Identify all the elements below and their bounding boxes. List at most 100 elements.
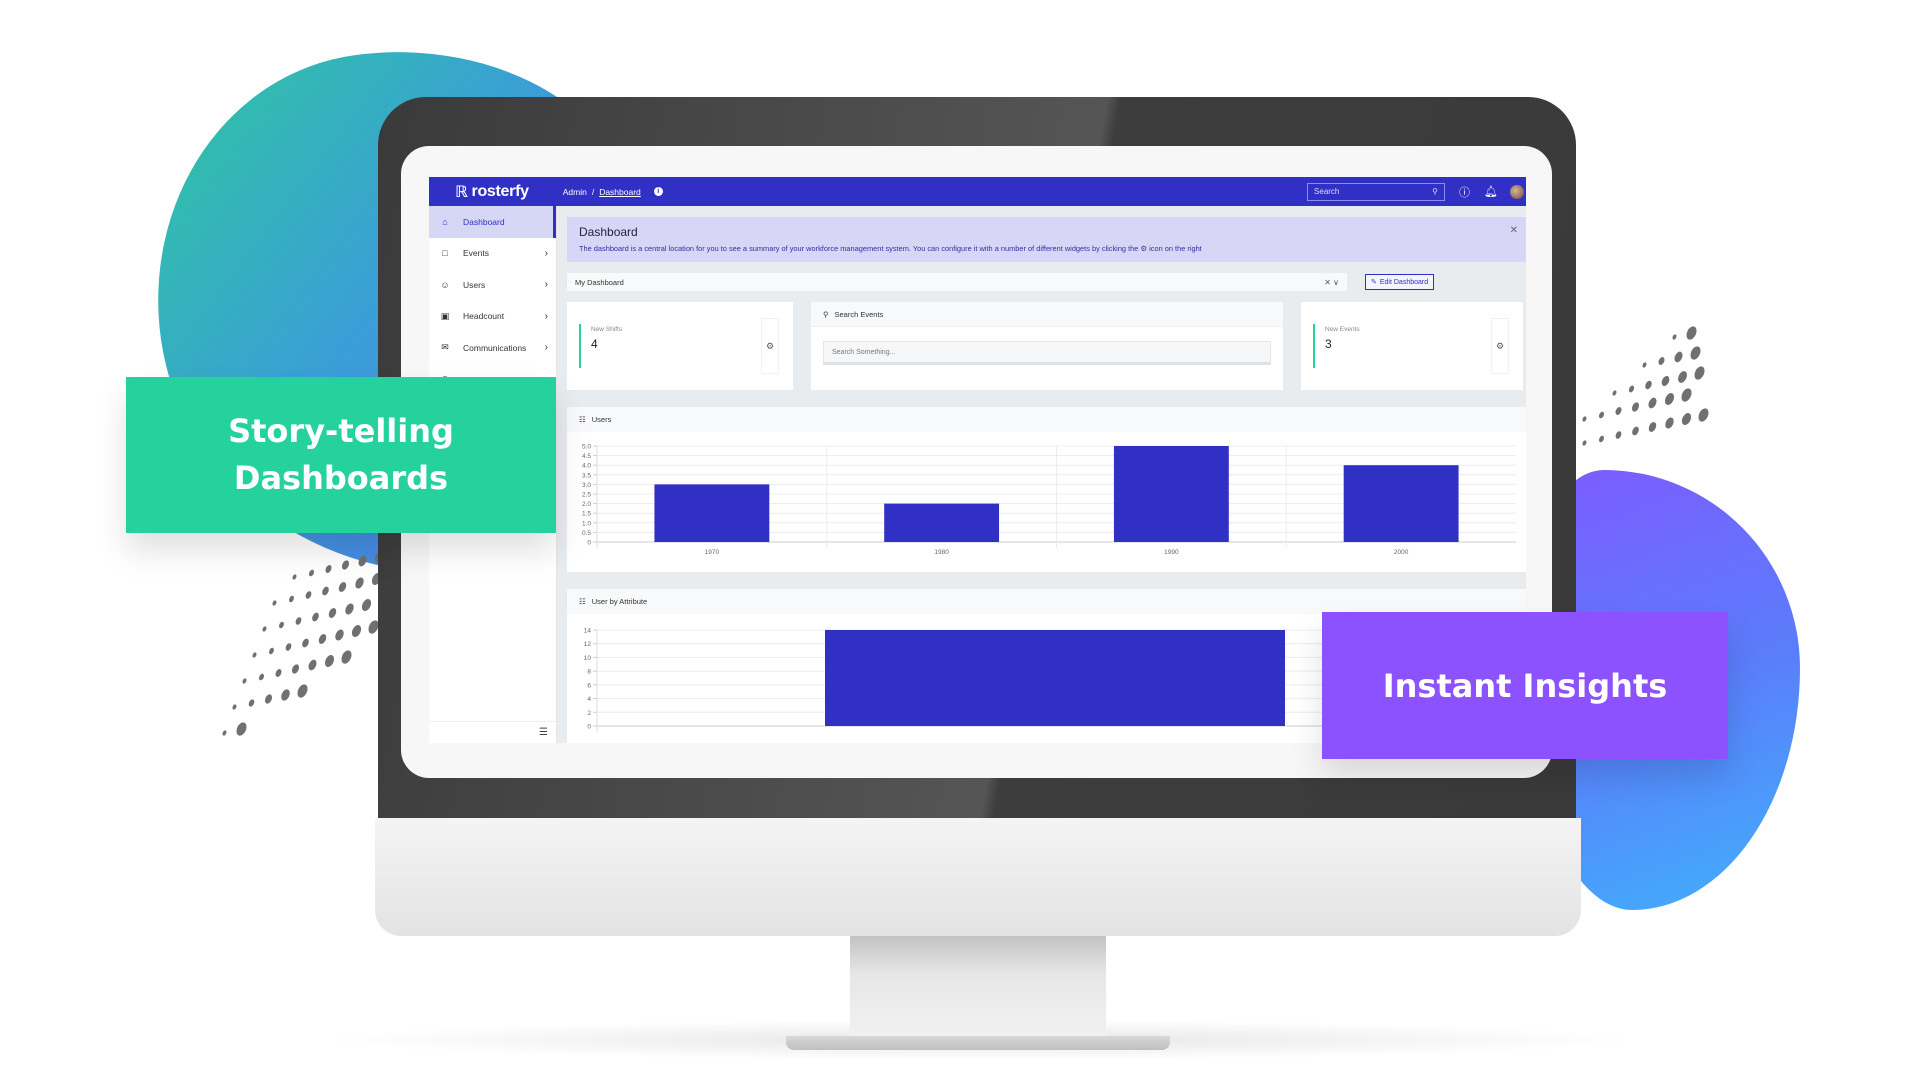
decorative-dot [271,599,278,607]
decorative-dot [1646,396,1659,410]
sidebar-item-dashboard[interactable]: ⌂ Dashboard [429,206,556,238]
y-tick-label: 6 [587,682,591,689]
y-tick-label: 2.0 [582,501,591,508]
decorative-dot [317,632,328,646]
chevron-right-icon: › [544,247,548,259]
stat-label: New Events [1325,326,1360,333]
decorative-dot [1676,369,1689,385]
decorative-dot [284,642,293,652]
user-avatar[interactable] [1510,184,1524,199]
search-events-input[interactable]: Search Something... [823,341,1271,365]
y-tick-label: 1.0 [582,520,591,527]
collapse-menu-icon[interactable]: ☰ [539,727,548,738]
decorative-dot [1598,434,1605,444]
y-tick-label: 0 [587,540,591,547]
clear-icon[interactable]: ✕ [1324,278,1331,287]
breadcrumb-admin[interactable]: Admin [563,187,587,197]
y-tick-label: 3.0 [582,482,591,489]
home-icon: ⌂ [442,216,448,227]
x-tick-label: 1980 [934,549,949,556]
edit-dashboard-button[interactable]: ✎ Edit Dashboard [1365,274,1435,290]
gear-icon: ⚙ [1140,244,1148,253]
edit-dashboard-label: Edit Dashboard [1379,278,1429,286]
breadcrumb-separator: / [591,186,595,197]
decorative-dot [343,602,356,616]
dashboard-select[interactable]: My Dashboard ✕ ∨ [567,273,1347,291]
decorative-dot [288,594,295,604]
accent-bar [1313,324,1315,368]
decorative-dot [1614,406,1623,416]
y-tick-label: 0 [587,724,591,731]
y-tick-label: 12 [584,641,592,648]
chevron-right-icon: › [544,310,548,322]
decorative-dot [320,585,331,597]
decorative-dot [278,620,285,630]
y-tick-label: 4.0 [582,463,591,470]
decorative-dot [1641,361,1648,369]
y-tick-label: 2.5 [582,492,591,499]
decorative-dot [1597,410,1606,420]
stat-label: New Shifts [591,326,623,333]
accent-bar [579,324,581,368]
logo[interactable]: ℝ rosterfy [455,182,529,202]
y-tick-label: 4.5 [582,453,591,460]
search-events-placeholder: Search Something... [832,348,896,356]
decorative-dot [221,729,228,737]
instant-insights-callout: Instant Insights [1322,612,1728,759]
chevron-down-icon[interactable]: ∨ [1333,278,1339,287]
dashboard-select-value: My Dashboard [575,277,624,287]
search-events-widget: ⚲ Search Events Search Something... [811,302,1283,390]
bar-1980 [884,503,1000,542]
search-icon[interactable]: ⚲ [1432,187,1438,196]
chevron-right-icon: › [544,279,548,291]
decorative-dot [1657,356,1666,366]
global-search-input[interactable]: Search ⚲ [1307,182,1446,201]
users-bar-chart: 0 0.5 1.0 1.5 2.0 2.5 3.0 3.5 4.0 4.5 5.0 1970 1980 1… [582,444,1516,556]
y-tick-label: 3.5 [582,472,591,479]
new-events-widget: New Events 3 ⚙ [1301,302,1523,390]
bar-1990 [1113,446,1229,542]
decorative-dot [1688,344,1703,362]
banner-text-before: The dashboard is a central location for … [579,244,1139,253]
edit-icon: ✎ [1371,279,1377,286]
envelope-icon: ✉ [441,342,449,353]
decorative-dot [279,687,292,703]
callout-text-line2: Dashboards [233,459,449,497]
gear-icon[interactable]: ⚙ [761,318,779,374]
info-icon[interactable]: i [653,187,663,196]
help-icon[interactable]: ⓘ [1459,184,1470,200]
decorative-dot [241,677,248,685]
y-tick-label: 14 [584,628,592,635]
y-tick-label: 1.5 [582,511,591,518]
close-icon[interactable]: ✕ [1510,225,1518,236]
monitor-stand-base [786,1036,1170,1050]
decorative-dot [1581,415,1588,423]
decorative-dot [1679,386,1694,404]
sidebar-item-users[interactable]: ☺ Users › [429,269,556,301]
select-controls: ✕ ∨ [1324,278,1339,287]
bar-chart-icon: ☷ [579,415,586,424]
bar-1970 [654,484,770,542]
y-tick-label: 4 [587,696,591,703]
sidebar-item-communications[interactable]: ✉ Communications › [429,332,556,364]
decorative-dot [306,658,319,672]
breadcrumb-dashboard[interactable]: Dashboard [599,187,641,197]
users-icon: ☺ [440,279,450,290]
calendar-icon: □ [442,248,448,259]
decorative-dot [340,559,351,571]
gear-icon[interactable]: ⚙ [1491,318,1509,374]
sidebar-footer: ☰ [429,721,556,743]
sidebar-item-events[interactable]: □ Events › [429,238,556,270]
sidebar-item-headcount[interactable]: ▣ Headcount › [429,301,556,333]
panel-header: ☷ User by Attribute [567,589,1526,614]
widget-header: ⚲ Search Events [811,302,1283,327]
banner-text-after: icon on the right [1149,244,1202,253]
briefcase-icon: ▣ [440,310,450,321]
bell-icon[interactable]: 🔔︎ [1484,185,1498,198]
dashboard-select-row: My Dashboard ✕ ∨ ✎ Edit Dashboard [567,273,1526,291]
decorative-dot [360,597,373,613]
decorative-dot [1692,364,1707,382]
banner-text: The dashboard is a central location for … [579,244,1514,253]
decorative-dot [1614,430,1623,440]
story-telling-dashboards-callout: Story-telling Dashboards [126,377,556,533]
